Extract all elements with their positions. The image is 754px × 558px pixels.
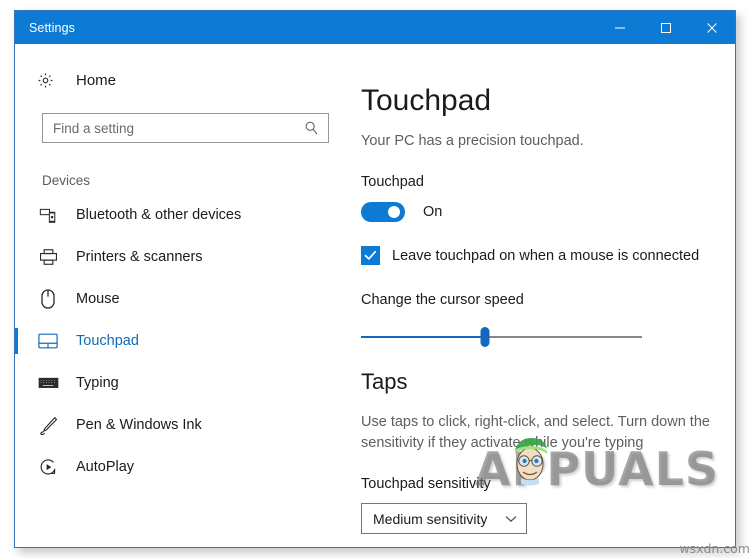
window-controls [597,11,735,44]
search-box[interactable] [42,113,329,143]
pen-icon [37,414,59,436]
chevron-down-icon[interactable] [505,510,517,528]
touchpad-sensitivity-dropdown[interactable]: Medium sensitivity [361,503,527,535]
title-bar: Settings [15,11,735,44]
touchpad-toggle-row: On [361,202,735,222]
page-title: Touchpad [361,84,492,117]
checkbox-label: Leave touchpad on when a mouse is connec… [392,247,700,264]
sidebar-item-label: Touchpad [76,333,139,349]
sidebar: Home Devices [15,44,345,547]
cursor-speed-label: Change the cursor speed [361,292,524,308]
gear-icon [37,72,59,89]
sidebar-item-bluetooth-other-devices[interactable]: Bluetooth & other devices [15,194,345,236]
dropdown-selected-value: Medium sensitivity [373,510,488,527]
main-content: Touchpad Your PC has a precision touchpa… [345,44,735,547]
sidebar-item-printers-scanners[interactable]: Printers & scanners [15,236,345,278]
search-icon[interactable] [304,121,319,136]
window-title: Settings [29,20,75,35]
selection-accent-bar [15,328,18,354]
printer-icon [37,246,59,268]
touchpad-toggle[interactable] [361,202,405,222]
slider-thumb[interactable] [480,327,490,347]
sidebar-nav-list: Bluetooth & other devices Printers & sca… [15,194,345,488]
touchpad-icon [37,330,59,352]
sidebar-item-label: Bluetooth & other devices [76,207,242,223]
sidebar-item-label: Typing [76,375,119,391]
sidebar-item-label: AutoPlay [76,459,135,475]
search-input[interactable] [43,114,293,142]
sidebar-item-label: Mouse [76,291,120,307]
devices-icon [37,204,59,226]
sidebar-home-label: Home [76,71,117,89]
cursor-speed-slider[interactable] [361,327,642,347]
mouse-icon [37,288,59,310]
source-site-label: wsxdn.com [679,541,750,556]
sidebar-item-autoplay[interactable]: AutoPlay [15,446,345,488]
settings-window: Settings Home Find a setting Devices Blu… [14,10,736,548]
sidebar-item-label: Printers & scanners [76,249,203,265]
sidebar-item-typing[interactable]: Typing [15,362,345,404]
sidebar-item-home[interactable]: Home [15,63,345,97]
leave-touchpad-on-checkbox[interactable] [361,246,380,265]
page-subtitle: Your PC has a precision touchpad. [361,133,584,149]
leave-touchpad-on-checkbox-row[interactable]: Leave touchpad on when a mouse is connec… [361,246,735,265]
sidebar-item-pen-windows-ink[interactable]: Pen & Windows Ink [15,404,345,446]
taps-description: Use taps to click, right-click, and sele… [361,414,710,452]
autoplay-icon [37,456,59,478]
toggle-state-label: On [423,204,443,220]
slider-fill [361,336,485,338]
keyboard-icon [37,372,59,394]
sidebar-item-label: Pen & Windows Ink [76,417,202,433]
touchpad-section-label: Touchpad [361,174,424,190]
sidebar-category-header: Devices [42,173,91,188]
touchpad-sensitivity-label: Touchpad sensitivity [361,476,491,493]
taps-heading: Taps [361,369,408,394]
close-button[interactable] [689,11,735,44]
screenshot-root: Settings Home Find a setting Devices Blu… [0,0,754,558]
window-body: Home Devices [15,44,735,547]
toggle-knob [388,206,400,218]
sidebar-item-touchpad[interactable]: Touchpad [15,320,345,362]
minimize-button[interactable] [597,11,643,44]
sidebar-item-mouse[interactable]: Mouse [15,278,345,320]
maximize-button[interactable] [643,11,689,44]
